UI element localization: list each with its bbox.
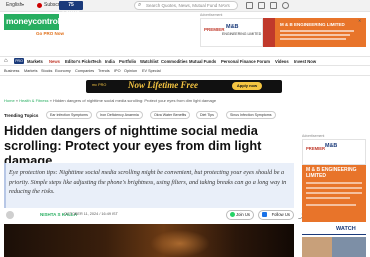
- subnav-item-ipo[interactable]: IPO: [114, 69, 121, 73]
- nav-item-editors-picks[interactable]: Editor's Picks: [65, 59, 93, 64]
- nav-item-personal-finance[interactable]: Personal Finance: [221, 59, 256, 64]
- nav-item-india[interactable]: India: [105, 59, 115, 64]
- chevron-down-icon[interactable]: ▾: [22, 2, 24, 7]
- ad-accent-strip: [263, 18, 275, 47]
- portfolio-icon[interactable]: [246, 2, 253, 9]
- ad-heading: M & B ENGINEERING LIMITED: [280, 22, 345, 27]
- promo-tag: mc PRO: [92, 83, 107, 87]
- breadcrumb-section[interactable]: Health & Fitness: [19, 98, 48, 103]
- site-logo-text[interactable]: moneycontrol: [6, 16, 60, 26]
- publish-date: OCTOBER 11, 2024 / 16:49 IST: [64, 212, 118, 216]
- watchlist-icon[interactable]: [258, 2, 265, 9]
- language-selector[interactable]: English: [6, 2, 22, 8]
- ad-fine-print-line: [280, 30, 354, 32]
- subnav-item-economy[interactable]: Economy: [55, 69, 71, 73]
- search-icon: ⌕: [138, 2, 142, 8]
- trending-chip[interactable]: Iron Deficiency Anaemia: [96, 111, 143, 119]
- rail-fine-print-line: [306, 182, 362, 184]
- article-headline: Hidden dangers of nighttime social media…: [4, 123, 262, 168]
- promo-headline: Now Lifetime Free: [128, 80, 198, 90]
- rail-fine-print-line: [306, 192, 362, 194]
- subnav-item-markets[interactable]: Markets: [24, 69, 38, 73]
- subnav-item-companies[interactable]: Companies: [75, 69, 94, 73]
- rail-fine-print-line: [306, 187, 362, 189]
- watch-video-thumbnail-subject: [302, 237, 332, 257]
- go-pro-link[interactable]: Go PRO Now: [36, 31, 64, 36]
- nav-item-videos[interactable]: Videos: [275, 59, 289, 64]
- rail-fine-print-line: [306, 204, 356, 206]
- rail-fine-print-line: [306, 197, 350, 199]
- nav-item-mutual-funds[interactable]: Mutual Funds: [189, 59, 216, 64]
- breadcrumb: Home » Health & Fitness » Hidden dangers…: [4, 98, 217, 103]
- hero-image-glow: [150, 230, 210, 257]
- nav-item-markets[interactable]: Markets: [27, 59, 43, 64]
- rail-mb-logo: M&B: [325, 143, 338, 149]
- notification-dot-icon: [37, 3, 42, 8]
- article-summary: Eye protection tips: Nighttime social me…: [9, 169, 287, 195]
- rail-premier-logo: PREMIER: [306, 146, 326, 151]
- mb-logo-subtitle: ENGINEERING LIMITED: [222, 32, 262, 36]
- rail-ad-label: Advertisement: [302, 134, 325, 138]
- pro-badge[interactable]: PRO: [14, 58, 24, 64]
- ad-close-icon[interactable]: ✕: [358, 18, 361, 23]
- nav-item-invest-now[interactable]: Invest Now: [294, 59, 316, 64]
- whatsapp-icon: [230, 212, 235, 217]
- trending-chip[interactable]: Sinus Infection Symptoms: [226, 111, 276, 119]
- ad-fine-print-line: [280, 34, 350, 36]
- author-avatar[interactable]: [6, 211, 14, 219]
- user-account-icon[interactable]: [282, 2, 289, 9]
- breadcrumb-home[interactable]: Home: [4, 98, 15, 103]
- trending-chip[interactable]: Okra Water Benefits: [150, 111, 191, 119]
- home-icon[interactable]: ⌂: [4, 58, 8, 64]
- rail-ad-title: M & B ENGINEERING LIMITED: [306, 167, 357, 179]
- secondary-nav: Business Markets Stocks Economy Companie…: [0, 66, 370, 76]
- nav-item-forum[interactable]: Forum: [257, 59, 270, 64]
- trending-chip[interactable]: Diet Tips: [196, 111, 218, 119]
- google-news-icon: [262, 212, 267, 217]
- nav-item-portfolio[interactable]: Portfolio: [119, 59, 136, 64]
- trending-topics-label: Trending Topics: [4, 113, 39, 118]
- breadcrumb-current: Hidden dangers of nighttime social media…: [52, 98, 217, 103]
- notification-bell-icon[interactable]: [270, 2, 277, 9]
- mb-logo: M&B: [226, 24, 239, 30]
- nav-item-news[interactable]: News: [49, 59, 60, 64]
- watch-divider: [302, 234, 366, 235]
- ad-label: Advertisement: [200, 13, 223, 17]
- primary-nav: Markets News Editor's Picks Tech India P…: [0, 56, 370, 66]
- watch-heading: WATCH: [336, 226, 356, 232]
- subnav-item-business[interactable]: Business: [4, 69, 19, 73]
- anniversary-badge[interactable]: 75 LAKHS: [59, 1, 83, 17]
- article-hero-image: [4, 224, 294, 257]
- nav-item-watchlist[interactable]: Watchlist: [140, 59, 158, 64]
- search-placeholder: Search Quotes, News, Mutual Fund NAVs: [146, 3, 230, 8]
- search-input[interactable]: ⌕ Search Quotes, News, Mutual Fund NAVs: [134, 1, 238, 10]
- nav-item-tech[interactable]: Tech: [92, 59, 101, 64]
- apply-now-button[interactable]: Apply now: [232, 82, 262, 90]
- trending-chip[interactable]: Ear infection Symptoms: [46, 111, 92, 119]
- ad-fine-print-line: [280, 38, 346, 40]
- nav-item-commodities[interactable]: Commodities: [161, 59, 188, 64]
- subnav-item-opinion[interactable]: Opinion: [124, 69, 137, 73]
- subnav-item-ev-special[interactable]: EV Special: [142, 69, 161, 73]
- subnav-item-stocks[interactable]: Stocks: [41, 69, 52, 73]
- subnav-item-trends[interactable]: Trends: [98, 69, 110, 73]
